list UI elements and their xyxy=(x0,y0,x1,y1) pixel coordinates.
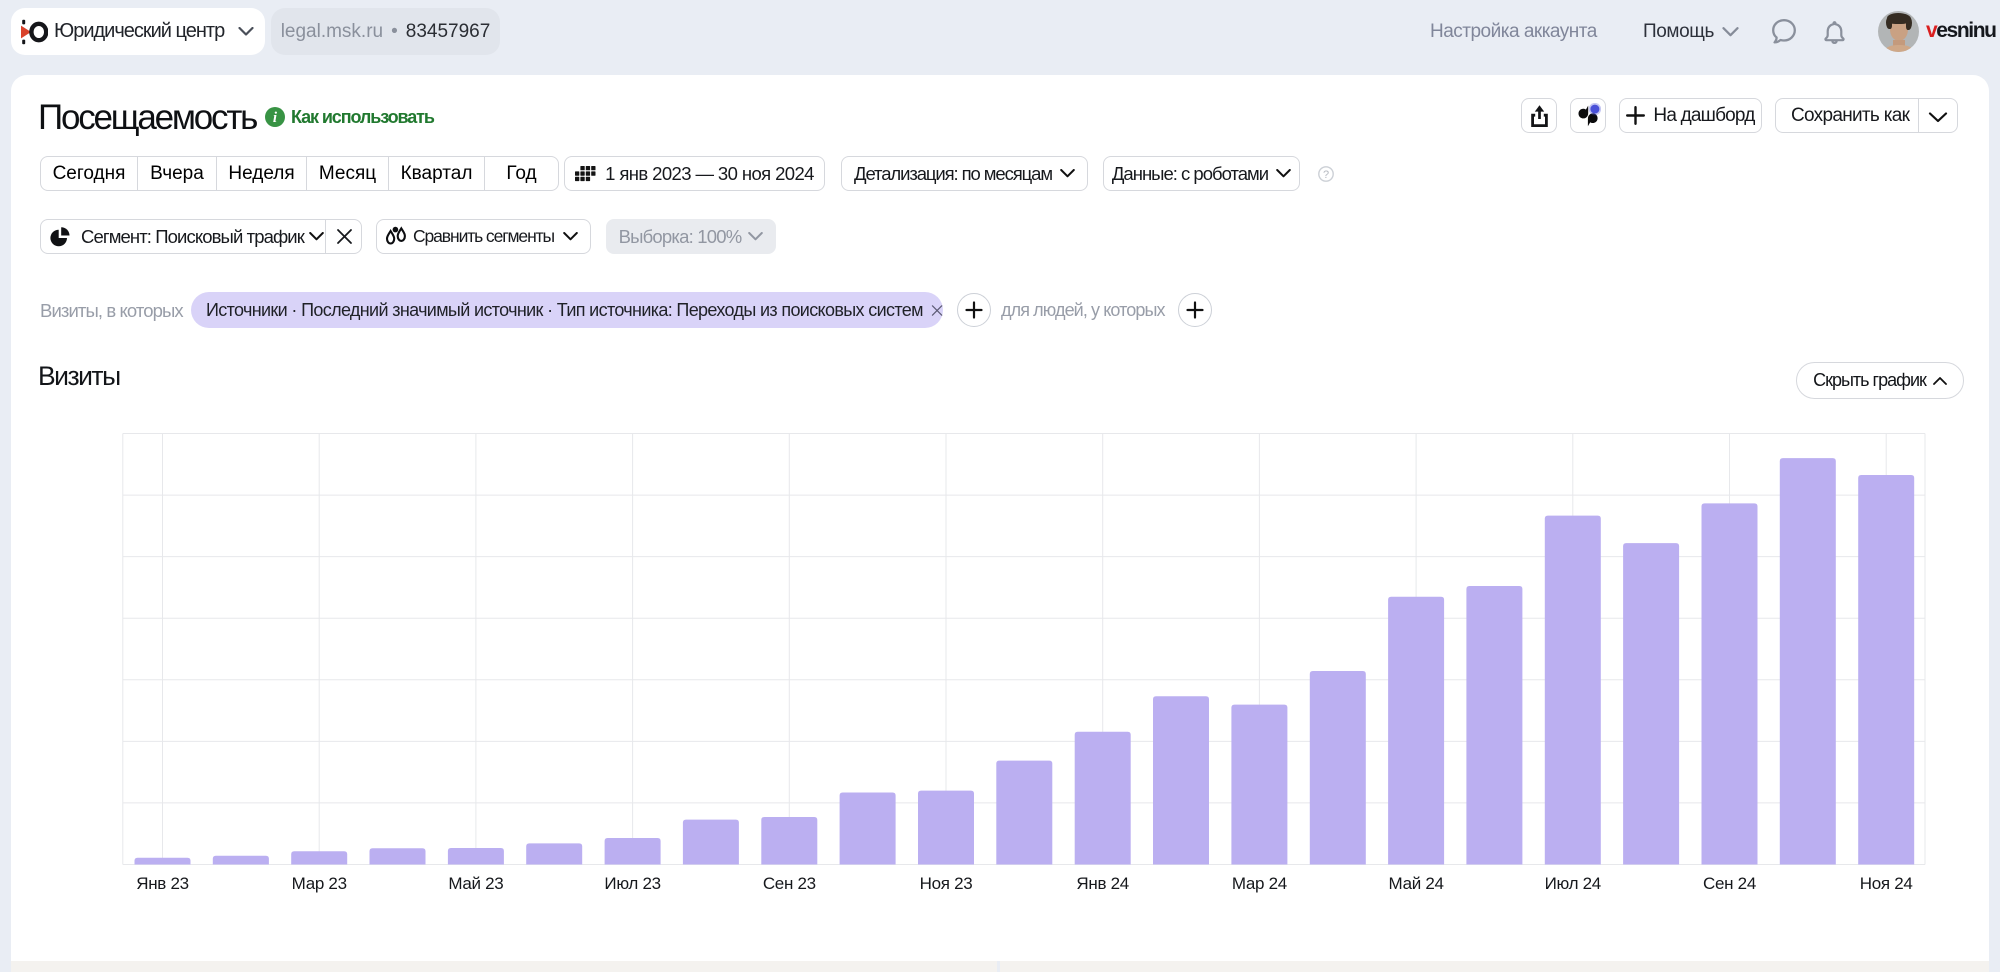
svg-text:Июл 23: Июл 23 xyxy=(604,874,660,893)
svg-text:Июл 24: Июл 24 xyxy=(1545,874,1601,893)
svg-text:Янв 23: Янв 23 xyxy=(136,874,189,893)
svg-text:Ноя 23: Ноя 23 xyxy=(920,874,973,893)
svg-text:Ноя 24: Ноя 24 xyxy=(1860,874,1913,893)
svg-text:Май 23: Май 23 xyxy=(448,874,503,893)
svg-text:Мар 23: Мар 23 xyxy=(292,874,347,893)
svg-text:Сен 24: Сен 24 xyxy=(1703,874,1756,893)
svg-text:Май 24: Май 24 xyxy=(1389,874,1444,893)
svg-text:Сен 23: Сен 23 xyxy=(763,874,816,893)
svg-text:Мар 24: Мар 24 xyxy=(1232,874,1287,893)
svg-text:Янв 24: Янв 24 xyxy=(1076,874,1129,893)
